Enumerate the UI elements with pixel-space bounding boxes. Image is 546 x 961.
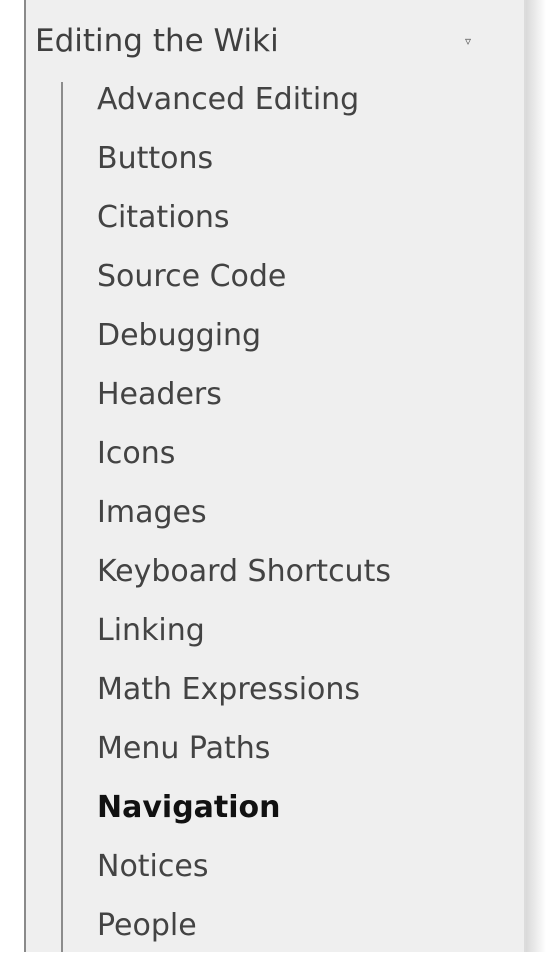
submenu-item-linking[interactable]: Linking <box>97 607 391 666</box>
submenu-item-images[interactable]: Images <box>97 489 391 548</box>
submenu-item-icons[interactable]: Icons <box>97 430 391 489</box>
submenu-item-people[interactable]: People <box>97 902 391 961</box>
submenu-item-source-code[interactable]: Source Code <box>97 253 391 312</box>
submenu-item-advanced-editing[interactable]: Advanced Editing <box>97 76 391 135</box>
submenu-item-citations[interactable]: Citations <box>97 194 391 253</box>
submenu-item-buttons[interactable]: Buttons <box>97 135 391 194</box>
section-title: Editing the Wiki <box>35 23 279 59</box>
caret-down-icon: ▿ <box>464 34 471 48</box>
submenu: Advanced Editing Buttons Citations Source C… <box>61 82 481 952</box>
submenu-item-keyboard-shortcuts[interactable]: Keyboard Shortcuts <box>97 548 391 607</box>
submenu-item-headers[interactable]: Headers <box>97 371 391 430</box>
section-toggle-editing-the-wiki[interactable]: Editing the Wiki ▿ <box>35 16 475 66</box>
submenu-list: Advanced Editing Buttons Citations Source C… <box>97 76 391 961</box>
submenu-item-notices[interactable]: Notices <box>97 843 391 902</box>
sidebar-nav: Editing the Wiki ▿ Advanced Editing Butto… <box>0 0 546 952</box>
submenu-item-debugging[interactable]: Debugging <box>97 312 391 371</box>
panel-shadow <box>526 0 546 952</box>
submenu-item-math-expressions[interactable]: Math Expressions <box>97 666 391 725</box>
submenu-item-menu-paths[interactable]: Menu Paths <box>97 725 391 784</box>
submenu-item-navigation[interactable]: Navigation <box>97 784 391 843</box>
